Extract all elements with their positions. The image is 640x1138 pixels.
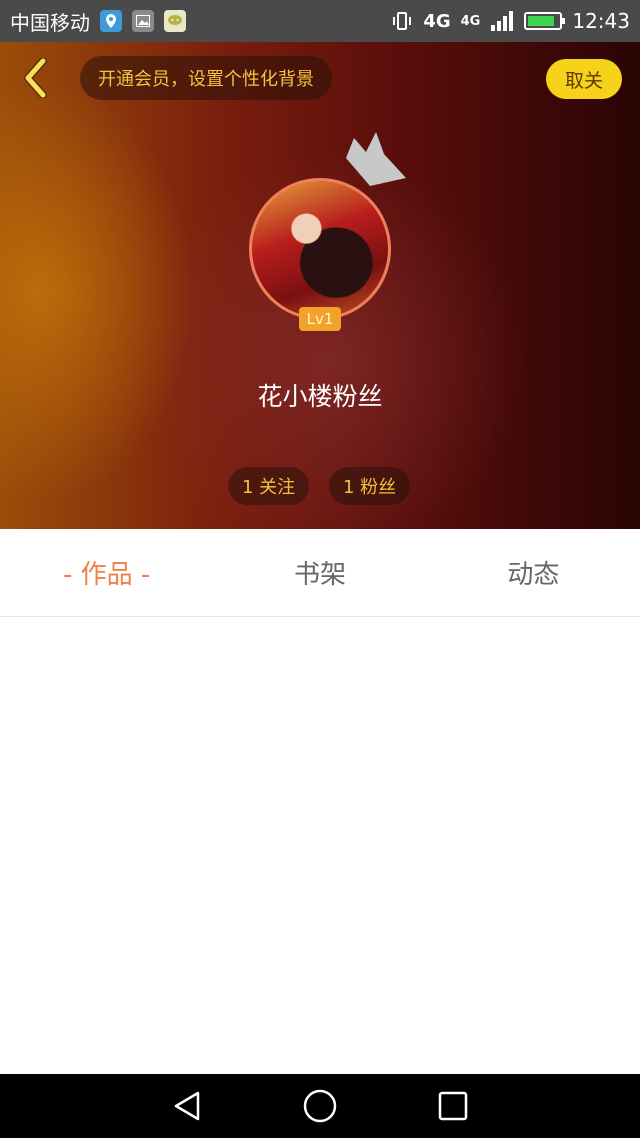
network-type: 4G xyxy=(423,10,451,32)
nav-back-button[interactable] xyxy=(163,1082,211,1130)
level-badge: Lv1 xyxy=(299,307,341,331)
chevron-left-icon xyxy=(24,58,47,98)
tab-content-area xyxy=(0,618,640,1074)
tab-activity[interactable]: 动态 xyxy=(427,529,640,616)
circle-home-icon xyxy=(303,1089,337,1123)
back-button[interactable] xyxy=(14,56,58,100)
vip-background-banner[interactable]: 开通会员，设置个性化背景 xyxy=(80,56,332,100)
triangle-back-icon xyxy=(174,1091,199,1121)
profile-tabs: - 作品 - 书架 动态 xyxy=(0,529,640,617)
carrier-name: 中国移动 xyxy=(10,10,90,35)
username: 花小楼粉丝 xyxy=(257,382,383,411)
vibrate-icon xyxy=(393,12,412,30)
status-right: 4G 4G 12:43 xyxy=(391,9,630,33)
clock: 12:43 xyxy=(572,9,630,33)
system-nav-bar xyxy=(0,1074,640,1138)
status-bar: 中国移动 4G 4G 12:43 xyxy=(0,0,640,42)
nav-recents-button[interactable] xyxy=(429,1082,477,1130)
tab-bookshelf[interactable]: 书架 xyxy=(213,529,426,616)
network-type-secondary: 4G xyxy=(460,13,481,29)
avatar[interactable] xyxy=(249,178,391,320)
profile-header: 开通会员，设置个性化背景 取关 Lv1 花小楼粉丝 1 关注 1 粉丝 xyxy=(0,42,640,529)
tab-works[interactable]: - 作品 - xyxy=(0,529,213,616)
nav-home-button[interactable] xyxy=(296,1082,344,1130)
signal-icon xyxy=(491,11,514,31)
gallery-icon xyxy=(132,10,154,32)
fans-count-button[interactable]: 1 粉丝 xyxy=(329,467,411,505)
maps-icon xyxy=(100,10,122,32)
unfollow-button[interactable]: 取关 xyxy=(546,59,622,99)
battery-icon xyxy=(524,12,566,30)
square-recents-icon xyxy=(439,1091,468,1121)
chat-icon xyxy=(164,10,186,32)
following-count-button[interactable]: 1 关注 xyxy=(228,467,310,505)
